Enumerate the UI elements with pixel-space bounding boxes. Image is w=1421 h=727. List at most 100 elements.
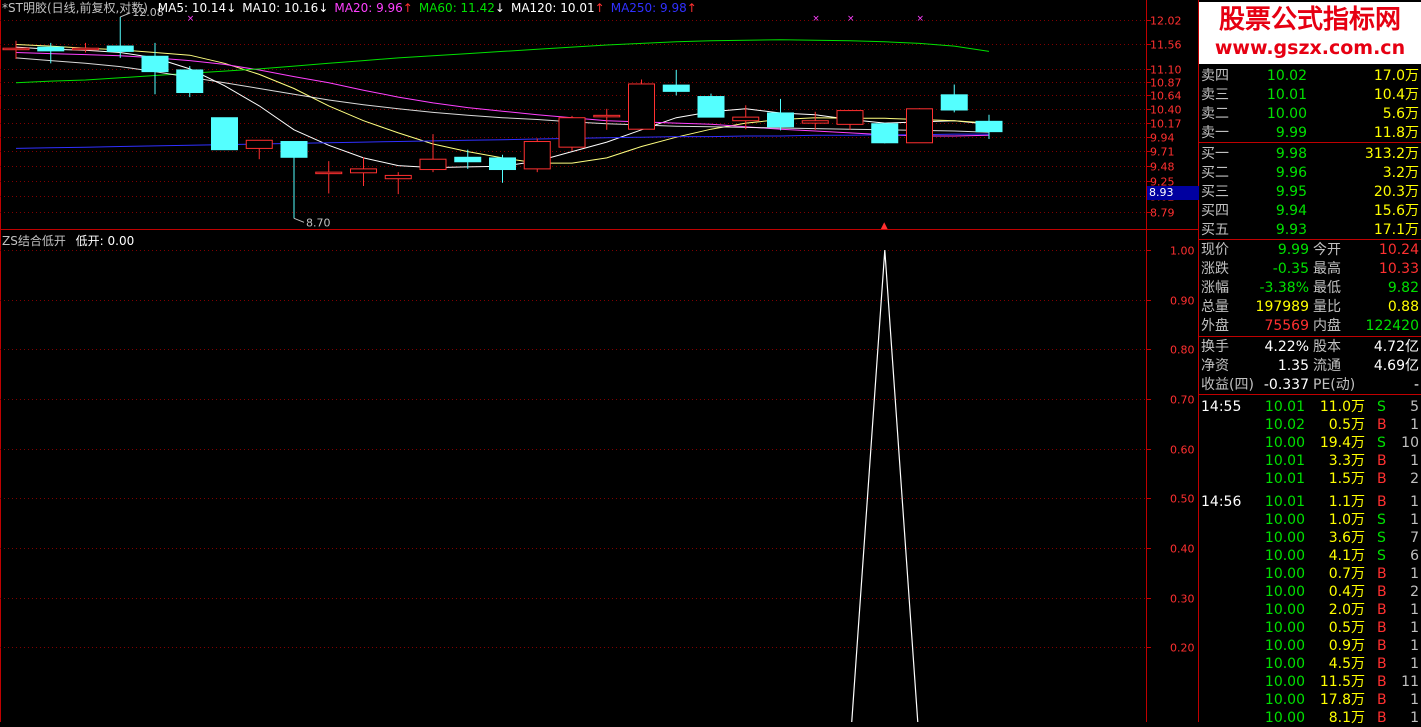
tick-volume: 0.5万 bbox=[1328, 417, 1365, 433]
tick-price: 10.00 bbox=[1264, 674, 1305, 690]
tick-count: 1 bbox=[1410, 417, 1419, 433]
candle-body-down bbox=[211, 117, 238, 151]
quote-value: 9.82 bbox=[1387, 280, 1419, 296]
tick-count: 1 bbox=[1410, 453, 1419, 469]
ma-trend-arrow-icon: ↓ bbox=[318, 1, 329, 15]
tick-row: 10.01 1.5万 B 2 bbox=[1199, 470, 1421, 488]
tick-price: 10.00 bbox=[1264, 620, 1305, 636]
ma-legend-ma10: MA10: 10.16↓ bbox=[242, 1, 329, 15]
tick-volume: 0.9万 bbox=[1328, 638, 1365, 654]
quote-value: 9.99 bbox=[1277, 242, 1309, 258]
tick-row: 10.00 4.5万 B 1 bbox=[1199, 655, 1421, 673]
quote-label: 内盘 bbox=[1313, 318, 1341, 334]
tick-side: B bbox=[1377, 566, 1387, 582]
tick-count: 1 bbox=[1410, 638, 1419, 654]
ask-volume: 5.6万 bbox=[1382, 106, 1419, 122]
candle-body-up bbox=[384, 174, 412, 180]
bid-row: 买五 9.93 17.1万 bbox=[1199, 221, 1421, 239]
tick-count: 1 bbox=[1410, 602, 1419, 618]
bid-label: 买三 bbox=[1201, 184, 1229, 200]
book-divider bbox=[1199, 142, 1421, 143]
tick-row: 10.00 17.8万 B 1 bbox=[1199, 691, 1421, 709]
fundamental-value: 4.72亿 bbox=[1373, 339, 1419, 355]
ask-row: 卖二 10.00 5.6万 bbox=[1199, 105, 1421, 123]
candle-body-up bbox=[419, 158, 447, 171]
price-tick-label: 10.87 bbox=[1150, 77, 1182, 90]
tick-side: S bbox=[1377, 435, 1386, 451]
fundamental-value: -0.337 bbox=[1263, 377, 1309, 393]
fundamental-value: 1.35 bbox=[1277, 358, 1309, 374]
tick-row: 14:56 10.01 1.1万 B 1 bbox=[1199, 493, 1421, 511]
tick-row: 10.00 11.5万 B 11 bbox=[1199, 673, 1421, 691]
ma-trend-arrow-icon: ↑ bbox=[402, 1, 413, 15]
bid-label: 买五 bbox=[1201, 222, 1229, 238]
candle-body-up bbox=[523, 141, 551, 170]
tick-volume: 1.5万 bbox=[1328, 471, 1365, 487]
candle-body-up bbox=[72, 47, 99, 51]
bid-row: 买一 9.98 313.2万 bbox=[1199, 145, 1421, 163]
tick-row: 10.00 0.7万 B 1 bbox=[1199, 565, 1421, 583]
tick-count: 6 bbox=[1410, 548, 1419, 564]
price-tick-label: 11.10 bbox=[1150, 64, 1182, 77]
bid-label: 买一 bbox=[1201, 146, 1229, 162]
tick-row: 10.00 1.0万 S 1 bbox=[1199, 511, 1421, 529]
candle-body-up bbox=[801, 120, 829, 124]
tick-volume: 11.0万 bbox=[1319, 399, 1365, 415]
tick-price: 10.02 bbox=[1264, 417, 1305, 433]
bid-volume: 313.2万 bbox=[1364, 146, 1419, 162]
tick-count: 10 bbox=[1401, 435, 1419, 451]
tick-row: 10.01 3.3万 B 1 bbox=[1199, 452, 1421, 470]
tick-count: 11 bbox=[1401, 674, 1419, 690]
fundamentals-row: 净资 1.35 流通 4.69亿 bbox=[1199, 357, 1421, 375]
candle-body-up bbox=[732, 116, 760, 122]
tick-side: B bbox=[1377, 692, 1387, 708]
ask-price: 10.00 bbox=[1266, 106, 1307, 122]
bid-volume: 20.3万 bbox=[1373, 184, 1419, 200]
bid-label: 买二 bbox=[1201, 165, 1229, 181]
tick-volume: 1.1万 bbox=[1328, 494, 1365, 510]
ticks-divider bbox=[1199, 394, 1421, 395]
bid-price: 9.94 bbox=[1275, 203, 1307, 219]
bid-row: 买四 9.94 15.6万 bbox=[1199, 202, 1421, 220]
candle-body-down bbox=[141, 55, 169, 73]
tick-row: 10.02 0.5万 B 1 bbox=[1199, 416, 1421, 434]
candle-body-down bbox=[280, 141, 308, 158]
signal-marker-icon: × bbox=[847, 14, 855, 24]
fundamental-label: PE(动) bbox=[1313, 377, 1356, 393]
tick-row: 10.00 0.5万 B 1 bbox=[1199, 619, 1421, 637]
price-tick-label: 10.17 bbox=[1150, 118, 1182, 131]
ma-trend-arrow-icon: ↓ bbox=[226, 1, 237, 15]
indicator-name: ZS结合低开 bbox=[2, 234, 66, 248]
ask-row: 卖三 10.01 10.4万 bbox=[1199, 86, 1421, 104]
quote-value: 10.33 bbox=[1378, 261, 1419, 277]
fundamental-label: 流通 bbox=[1313, 358, 1341, 374]
bid-label: 买四 bbox=[1201, 203, 1229, 219]
tick-count: 1 bbox=[1410, 620, 1419, 636]
indicator-tick-label: 0.50 bbox=[1170, 493, 1195, 506]
indicator-tick-label: 0.80 bbox=[1170, 344, 1195, 357]
quote-row: 涨幅 -3.38% 最低 9.82 bbox=[1199, 279, 1421, 297]
quote-row: 涨跌 -0.35 最高 10.33 bbox=[1199, 260, 1421, 278]
quote-value: 0.88 bbox=[1387, 299, 1419, 315]
tick-time: 14:55 bbox=[1201, 399, 1242, 415]
tick-price: 10.01 bbox=[1264, 471, 1305, 487]
ma-legend-list: MA5: 10.14↓ MA10: 10.16↓ MA20: 9.96↑ MA60: … bbox=[158, 1, 703, 15]
tick-volume: 8.1万 bbox=[1328, 710, 1365, 726]
candle-body-up bbox=[558, 117, 586, 148]
tick-price: 10.00 bbox=[1264, 530, 1305, 546]
quote-label: 最高 bbox=[1313, 261, 1341, 277]
tick-count: 1 bbox=[1410, 710, 1419, 726]
current-price-tag: 8.93 bbox=[1147, 186, 1199, 200]
tick-side: B bbox=[1377, 494, 1387, 510]
candle-body-up bbox=[245, 139, 273, 149]
tick-row: 10.00 3.6万 S 7 bbox=[1199, 529, 1421, 547]
indicator-tick-label: 0.20 bbox=[1170, 642, 1195, 655]
ma-legend-ma60: MA60: 11.42↓ bbox=[418, 1, 505, 15]
ask-price: 9.99 bbox=[1275, 125, 1307, 141]
quote-label: 今开 bbox=[1313, 242, 1341, 258]
tick-volume: 3.3万 bbox=[1328, 453, 1365, 469]
tick-price: 10.00 bbox=[1264, 638, 1305, 654]
ask-label: 卖三 bbox=[1201, 87, 1229, 103]
ask-volume: 17.0万 bbox=[1373, 68, 1419, 84]
ma-legend-ma5: MA5: 10.14↓ bbox=[157, 1, 237, 15]
